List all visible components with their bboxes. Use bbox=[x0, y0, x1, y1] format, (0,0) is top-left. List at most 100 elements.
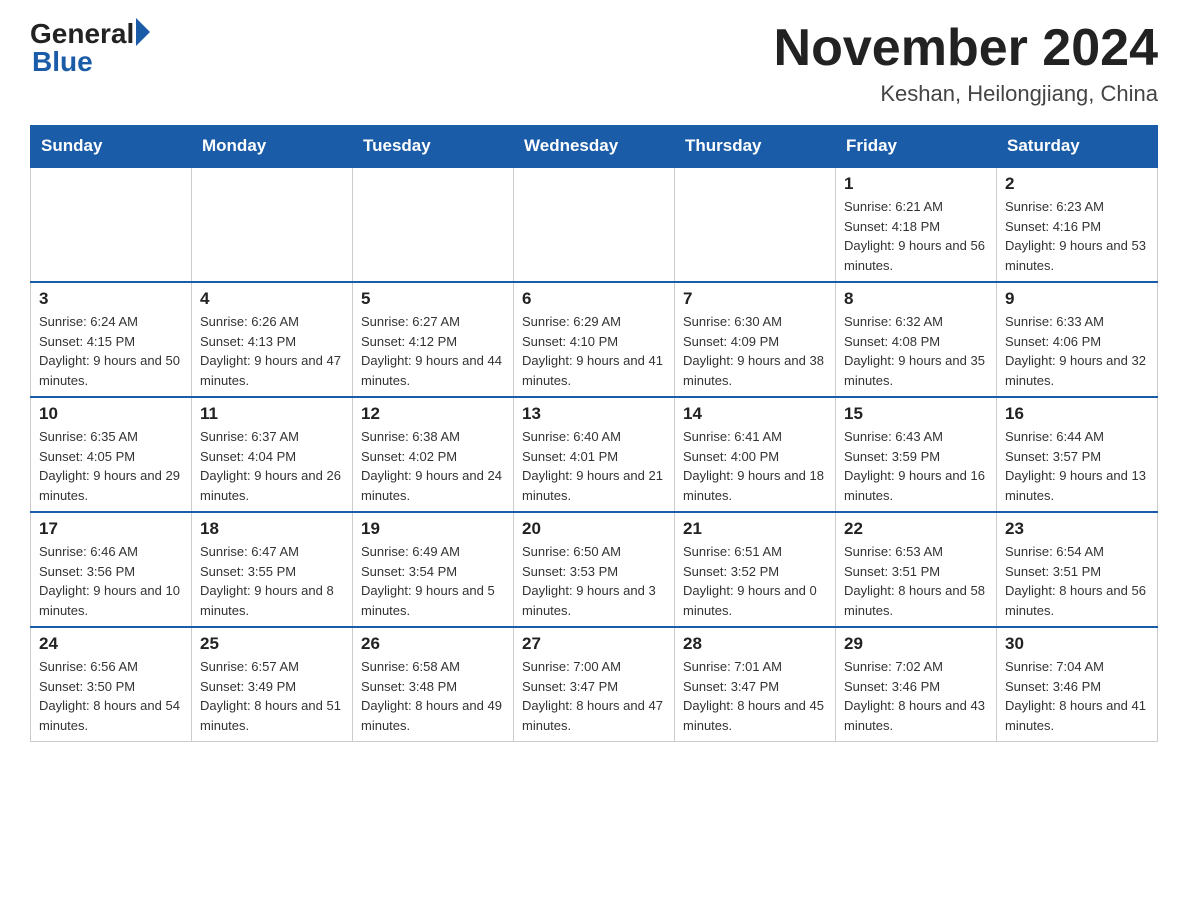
calendar-cell: 29Sunrise: 7:02 AMSunset: 3:46 PMDayligh… bbox=[836, 627, 997, 742]
day-number: 27 bbox=[522, 634, 666, 654]
day-number: 22 bbox=[844, 519, 988, 539]
day-number: 14 bbox=[683, 404, 827, 424]
day-info: Sunrise: 6:44 AMSunset: 3:57 PMDaylight:… bbox=[1005, 427, 1149, 505]
calendar-header-tuesday: Tuesday bbox=[353, 126, 514, 168]
day-number: 3 bbox=[39, 289, 183, 309]
calendar-cell: 23 Sunrise: 6:54 AMSunset: 3:51 PMDayligh… bbox=[997, 512, 1158, 627]
calendar-cell: 5 Sunrise: 6:27 AMSunset: 4:12 PMDaylight… bbox=[353, 282, 514, 397]
day-number: 26 bbox=[361, 634, 505, 654]
calendar-week-row: 24Sunrise: 6:56 AMSunset: 3:50 PMDayligh… bbox=[31, 627, 1158, 742]
day-info: Sunrise: 6:51 AMSunset: 3:52 PMDaylight:… bbox=[683, 542, 827, 620]
day-info: Sunrise: 6:27 AMSunset: 4:12 PMDaylight:… bbox=[361, 312, 505, 390]
day-info: Sunrise: 6:54 AMSunset: 3:51 PMDaylight:… bbox=[1005, 542, 1149, 620]
day-number: 7 bbox=[683, 289, 827, 309]
calendar-cell: 14 Sunrise: 6:41 AMSunset: 4:00 PMDayligh… bbox=[675, 397, 836, 512]
calendar-cell bbox=[514, 167, 675, 282]
calendar-cell: 9 Sunrise: 6:33 AMSunset: 4:06 PMDaylight… bbox=[997, 282, 1158, 397]
logo-arrow-icon bbox=[136, 18, 150, 46]
day-number: 4 bbox=[200, 289, 344, 309]
calendar-cell: 22 Sunrise: 6:53 AMSunset: 3:51 PMDayligh… bbox=[836, 512, 997, 627]
day-info: Sunrise: 6:24 AMSunset: 4:15 PMDaylight:… bbox=[39, 312, 183, 390]
month-title: November 2024 bbox=[774, 20, 1158, 77]
calendar-cell: 7 Sunrise: 6:30 AMSunset: 4:09 PMDaylight… bbox=[675, 282, 836, 397]
calendar-cell bbox=[675, 167, 836, 282]
day-number: 15 bbox=[844, 404, 988, 424]
calendar-cell: 2Sunrise: 6:23 AMSunset: 4:16 PMDaylight… bbox=[997, 167, 1158, 282]
day-info: Sunrise: 6:21 AMSunset: 4:18 PMDaylight:… bbox=[844, 197, 988, 275]
day-number: 20 bbox=[522, 519, 666, 539]
calendar-table: SundayMondayTuesdayWednesdayThursdayFrid… bbox=[30, 125, 1158, 742]
calendar-cell: 6 Sunrise: 6:29 AMSunset: 4:10 PMDaylight… bbox=[514, 282, 675, 397]
day-info: Sunrise: 6:57 AMSunset: 3:49 PMDaylight:… bbox=[200, 657, 344, 735]
day-info: Sunrise: 6:29 AMSunset: 4:10 PMDaylight:… bbox=[522, 312, 666, 390]
calendar-header-thursday: Thursday bbox=[675, 126, 836, 168]
calendar-week-row: 10Sunrise: 6:35 AMSunset: 4:05 PMDayligh… bbox=[31, 397, 1158, 512]
calendar-cell: 10Sunrise: 6:35 AMSunset: 4:05 PMDayligh… bbox=[31, 397, 192, 512]
day-info: Sunrise: 6:41 AMSunset: 4:00 PMDaylight:… bbox=[683, 427, 827, 505]
calendar-cell: 15 Sunrise: 6:43 AMSunset: 3:59 PMDayligh… bbox=[836, 397, 997, 512]
calendar-cell: 21 Sunrise: 6:51 AMSunset: 3:52 PMDayligh… bbox=[675, 512, 836, 627]
day-info: Sunrise: 6:50 AMSunset: 3:53 PMDaylight:… bbox=[522, 542, 666, 620]
day-info: Sunrise: 6:32 AMSunset: 4:08 PMDaylight:… bbox=[844, 312, 988, 390]
calendar-week-row: 1 Sunrise: 6:21 AMSunset: 4:18 PMDaylight… bbox=[31, 167, 1158, 282]
calendar-header-wednesday: Wednesday bbox=[514, 126, 675, 168]
day-info: Sunrise: 6:37 AMSunset: 4:04 PMDaylight:… bbox=[200, 427, 344, 505]
calendar-header-monday: Monday bbox=[192, 126, 353, 168]
day-number: 10 bbox=[39, 404, 183, 424]
day-number: 18 bbox=[200, 519, 344, 539]
day-number: 1 bbox=[844, 174, 988, 194]
day-number: 17 bbox=[39, 519, 183, 539]
day-info: Sunrise: 6:23 AMSunset: 4:16 PMDaylight:… bbox=[1005, 197, 1149, 275]
logo: General Blue bbox=[30, 20, 150, 76]
day-info: Sunrise: 6:49 AMSunset: 3:54 PMDaylight:… bbox=[361, 542, 505, 620]
calendar-cell: 17Sunrise: 6:46 AMSunset: 3:56 PMDayligh… bbox=[31, 512, 192, 627]
day-info: Sunrise: 6:26 AMSunset: 4:13 PMDaylight:… bbox=[200, 312, 344, 390]
day-info: Sunrise: 7:04 AMSunset: 3:46 PMDaylight:… bbox=[1005, 657, 1149, 735]
calendar-header-friday: Friday bbox=[836, 126, 997, 168]
day-number: 5 bbox=[361, 289, 505, 309]
day-number: 25 bbox=[200, 634, 344, 654]
calendar-header-sunday: Sunday bbox=[31, 126, 192, 168]
location-title: Keshan, Heilongjiang, China bbox=[774, 81, 1158, 107]
calendar-cell: 30 Sunrise: 7:04 AMSunset: 3:46 PMDayligh… bbox=[997, 627, 1158, 742]
calendar-cell: 8 Sunrise: 6:32 AMSunset: 4:08 PMDaylight… bbox=[836, 282, 997, 397]
calendar-cell: 20 Sunrise: 6:50 AMSunset: 3:53 PMDayligh… bbox=[514, 512, 675, 627]
day-number: 12 bbox=[361, 404, 505, 424]
calendar-cell: 11 Sunrise: 6:37 AMSunset: 4:04 PMDayligh… bbox=[192, 397, 353, 512]
day-info: Sunrise: 6:56 AMSunset: 3:50 PMDaylight:… bbox=[39, 657, 183, 735]
day-number: 30 bbox=[1005, 634, 1149, 654]
calendar-cell bbox=[192, 167, 353, 282]
calendar-week-row: 17Sunrise: 6:46 AMSunset: 3:56 PMDayligh… bbox=[31, 512, 1158, 627]
page-header: General Blue November 2024 Keshan, Heilo… bbox=[30, 20, 1158, 107]
day-info: Sunrise: 7:02 AMSunset: 3:46 PMDaylight:… bbox=[844, 657, 988, 735]
calendar-cell: 13 Sunrise: 6:40 AMSunset: 4:01 PMDayligh… bbox=[514, 397, 675, 512]
calendar-week-row: 3 Sunrise: 6:24 AMSunset: 4:15 PMDaylight… bbox=[31, 282, 1158, 397]
day-info: Sunrise: 6:33 AMSunset: 4:06 PMDaylight:… bbox=[1005, 312, 1149, 390]
day-number: 16 bbox=[1005, 404, 1149, 424]
day-number: 19 bbox=[361, 519, 505, 539]
day-number: 11 bbox=[200, 404, 344, 424]
day-number: 21 bbox=[683, 519, 827, 539]
day-info: Sunrise: 7:01 AMSunset: 3:47 PMDaylight:… bbox=[683, 657, 827, 735]
day-info: Sunrise: 6:58 AMSunset: 3:48 PMDaylight:… bbox=[361, 657, 505, 735]
calendar-cell bbox=[31, 167, 192, 282]
calendar-cell: 12 Sunrise: 6:38 AMSunset: 4:02 PMDayligh… bbox=[353, 397, 514, 512]
day-number: 13 bbox=[522, 404, 666, 424]
calendar-cell: 16 Sunrise: 6:44 AMSunset: 3:57 PMDayligh… bbox=[997, 397, 1158, 512]
calendar-cell: 28 Sunrise: 7:01 AMSunset: 3:47 PMDayligh… bbox=[675, 627, 836, 742]
day-info: Sunrise: 6:38 AMSunset: 4:02 PMDaylight:… bbox=[361, 427, 505, 505]
calendar-cell: 1 Sunrise: 6:21 AMSunset: 4:18 PMDaylight… bbox=[836, 167, 997, 282]
day-number: 23 bbox=[1005, 519, 1149, 539]
day-number: 6 bbox=[522, 289, 666, 309]
day-info: Sunrise: 6:53 AMSunset: 3:51 PMDaylight:… bbox=[844, 542, 988, 620]
calendar-header-row: SundayMondayTuesdayWednesdayThursdayFrid… bbox=[31, 126, 1158, 168]
calendar-cell: 26 Sunrise: 6:58 AMSunset: 3:48 PMDayligh… bbox=[353, 627, 514, 742]
day-info: Sunrise: 6:43 AMSunset: 3:59 PMDaylight:… bbox=[844, 427, 988, 505]
day-number: 9 bbox=[1005, 289, 1149, 309]
day-number: 28 bbox=[683, 634, 827, 654]
day-info: Sunrise: 6:40 AMSunset: 4:01 PMDaylight:… bbox=[522, 427, 666, 505]
calendar-cell: 19 Sunrise: 6:49 AMSunset: 3:54 PMDayligh… bbox=[353, 512, 514, 627]
calendar-cell bbox=[353, 167, 514, 282]
day-info: Sunrise: 6:30 AMSunset: 4:09 PMDaylight:… bbox=[683, 312, 827, 390]
day-number: 8 bbox=[844, 289, 988, 309]
